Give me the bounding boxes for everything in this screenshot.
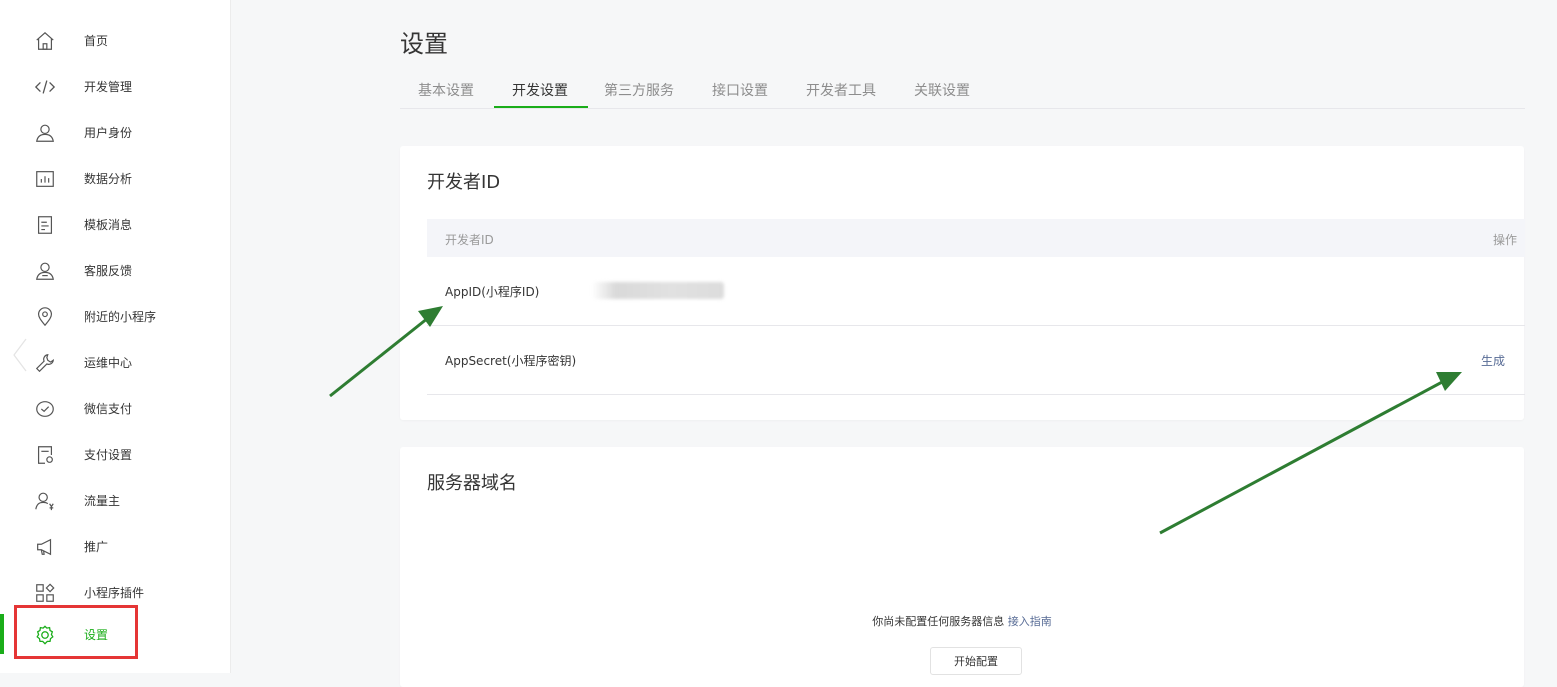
document-icon [33, 213, 57, 237]
sidebar-item-wechat-pay[interactable]: 微信支付 [0, 388, 230, 428]
sidebar-item-customer-feedback[interactable]: 客服反馈 [0, 250, 230, 290]
sidebar-item-label: 推广 [84, 540, 109, 554]
location-pin-icon [33, 305, 57, 329]
sidebar-item-data-analysis[interactable]: 数据分析 [0, 158, 230, 198]
tab-developer-tools[interactable]: 开发者工具 [806, 80, 876, 100]
column-header-action: 操作 [1492, 233, 1517, 247]
tab-basic-settings[interactable]: 基本设置 [418, 80, 474, 100]
chart-icon [33, 167, 57, 191]
generate-secret-link[interactable]: 生成 [1481, 352, 1505, 369]
megaphone-icon [33, 535, 57, 559]
tab-bar: 基本设置 开发设置 第三方服务 接口设置 开发者工具 关联设置 [400, 70, 1525, 109]
sidebar-item-label: 流量主 [84, 494, 121, 508]
sidebar-item-label: 用户身份 [84, 126, 133, 140]
tab-active-underline [494, 106, 588, 108]
sidebar-item-nearby-miniprogram[interactable]: 附近的小程序 [0, 296, 230, 336]
tab-third-party[interactable]: 第三方服务 [604, 80, 674, 100]
user-icon [33, 121, 57, 145]
sidebar: 首页 开发管理 用户身份 数据分析 模板消息 客服反馈 附近的小程序 运维中心 … [0, 0, 231, 673]
appid-label: AppID(小程序ID) [445, 285, 540, 299]
column-header-id: 开发者ID [445, 233, 494, 247]
section-title: 开发者ID [427, 172, 501, 193]
wechat-pay-icon [33, 397, 57, 421]
table-header: 开发者ID 操作 [427, 219, 1525, 257]
traffic-owner-icon [33, 489, 57, 513]
code-icon [33, 75, 57, 99]
empty-state-message: 你尚未配置任何服务器信息 接入指南 [400, 613, 1524, 629]
sidebar-item-ops-center[interactable]: 运维中心 [0, 342, 230, 382]
guide-link[interactable]: 接入指南 [1008, 615, 1052, 628]
table-row-appsecret: AppSecret(小程序密钥) 生成 [427, 326, 1525, 395]
tab-dev-settings[interactable]: 开发设置 [512, 80, 568, 100]
table-row-appid: AppID(小程序ID) [427, 257, 1525, 326]
sidebar-item-label: 数据分析 [84, 172, 133, 186]
wrench-icon [33, 351, 57, 375]
sidebar-item-user-identity[interactable]: 用户身份 [0, 112, 230, 152]
sidebar-item-label: 附近的小程序 [84, 310, 157, 324]
sidebar-item-traffic-owner[interactable]: 流量主 [0, 480, 230, 520]
sidebar-item-label: 小程序插件 [84, 586, 145, 600]
home-icon [33, 29, 57, 53]
sidebar-item-label: 支付设置 [84, 448, 133, 462]
server-domain-card: 服务器域名 你尚未配置任何服务器信息 接入指南 开始配置 [400, 447, 1524, 687]
sidebar-item-dev-management[interactable]: 开发管理 [0, 66, 230, 106]
customer-service-icon [33, 259, 57, 283]
appid-value-redacted [592, 282, 724, 299]
sidebar-item-label: 微信支付 [84, 402, 133, 416]
empty-state-text: 你尚未配置任何服务器信息 [872, 615, 1005, 628]
start-config-button[interactable]: 开始配置 [930, 647, 1022, 675]
sidebar-item-label: 运维中心 [84, 356, 133, 370]
tab-interface-settings[interactable]: 接口设置 [712, 80, 768, 100]
sidebar-item-label: 开发管理 [84, 80, 133, 94]
payment-settings-icon [33, 443, 57, 467]
sidebar-item-home[interactable]: 首页 [0, 20, 230, 60]
chevron-left-icon[interactable] [12, 337, 28, 377]
sidebar-item-label: 客服反馈 [84, 264, 133, 278]
annotation-highlight-box [14, 605, 138, 659]
plugin-icon [33, 581, 57, 605]
appsecret-label: AppSecret(小程序密钥) [445, 354, 577, 368]
sidebar-item-payment-settings[interactable]: 支付设置 [0, 434, 230, 474]
page-title: 设置 [400, 30, 448, 58]
sidebar-item-label: 模板消息 [84, 218, 133, 232]
active-indicator [0, 614, 4, 654]
sidebar-item-template-message[interactable]: 模板消息 [0, 204, 230, 244]
section-title: 服务器域名 [427, 473, 517, 494]
sidebar-item-label: 首页 [84, 34, 109, 48]
tab-related-settings[interactable]: 关联设置 [914, 80, 970, 100]
developer-id-card: 开发者ID 开发者ID 操作 AppID(小程序ID) AppSecret(小程… [400, 146, 1525, 420]
sidebar-item-promotion[interactable]: 推广 [0, 526, 230, 566]
